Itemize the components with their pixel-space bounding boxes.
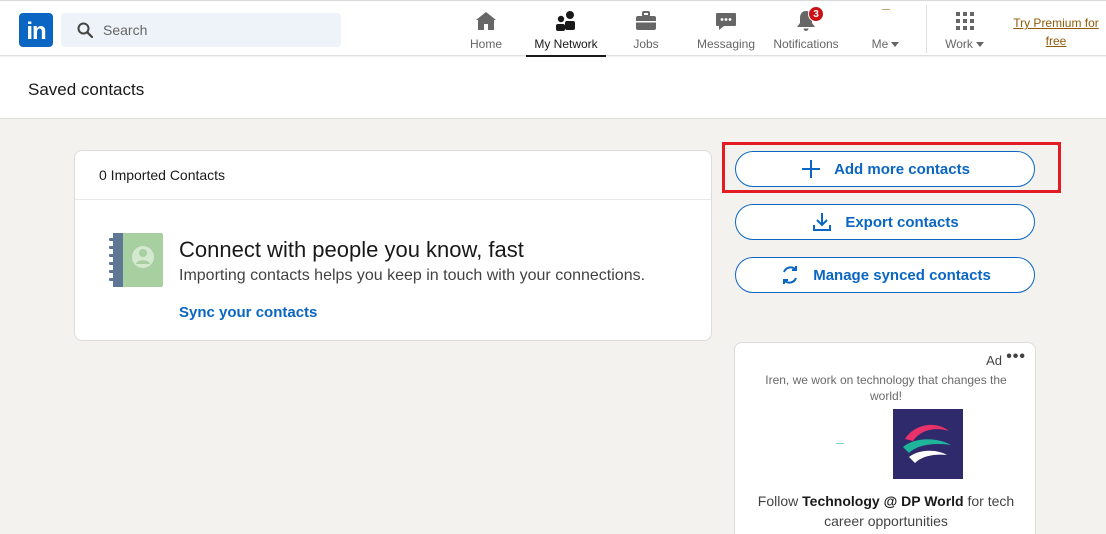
ad-follow-text[interactable]: Follow Technology @ DP World for tech ca… xyxy=(745,491,1027,531)
imported-contacts-count: 0 Imported Contacts xyxy=(75,151,711,200)
sync-contacts-link[interactable]: Sync your contacts xyxy=(179,304,317,321)
nav-home-label: Home xyxy=(469,37,502,51)
notification-count-badge: 3 xyxy=(808,6,824,22)
card-headline: Connect with people you know, fast xyxy=(179,237,524,262)
caret-down-icon xyxy=(975,42,984,47)
nav-me[interactable]: Me xyxy=(866,9,906,57)
nav-work[interactable]: Work xyxy=(941,9,989,57)
ad-card: Ad ••• Iren, we work on technology that … xyxy=(734,342,1036,534)
premium-line-2: free xyxy=(1045,34,1067,48)
nav-notifications[interactable]: 3 Notifications xyxy=(770,6,842,57)
ad-company-name: Technology @ DP World xyxy=(802,493,964,509)
ad-decoration xyxy=(836,443,844,444)
nav-my-network[interactable]: My Network xyxy=(526,9,606,57)
card-subtext: Importing contacts helps you keep in tou… xyxy=(179,267,646,284)
company-logo[interactable] xyxy=(893,409,963,479)
sync-icon xyxy=(783,266,798,284)
linkedin-logo[interactable]: in xyxy=(19,13,53,47)
chat-icon xyxy=(714,9,738,33)
nav-my-network-label: My Network xyxy=(534,37,598,51)
manage-synced-contacts-button[interactable]: Manage synced contacts xyxy=(735,257,1035,293)
nav-messaging[interactable]: Messaging xyxy=(694,9,758,57)
try-premium-link[interactable]: Try Premium for free xyxy=(1006,14,1106,50)
briefcase-icon xyxy=(634,9,658,33)
people-icon xyxy=(554,9,578,33)
nav-messaging-label: Messaging xyxy=(696,37,756,51)
imported-contacts-card: 0 Imported Contacts Connect with people … xyxy=(74,150,712,341)
search-input[interactable]: Search xyxy=(61,13,341,47)
add-more-contacts-button[interactable]: Add more contacts xyxy=(735,151,1035,187)
nav-divider xyxy=(926,5,927,53)
nav-work-label: Work xyxy=(945,37,973,51)
nav-me-label: Me xyxy=(871,37,889,51)
nav-notifications-label: Notifications xyxy=(773,37,839,51)
search-icon xyxy=(77,22,93,38)
search-placeholder: Search xyxy=(103,22,148,38)
nav-jobs[interactable]: Jobs xyxy=(628,9,664,57)
nav-home[interactable]: Home xyxy=(463,9,509,57)
page-header: Saved contacts xyxy=(0,57,1106,119)
download-icon xyxy=(813,213,832,231)
caret-down-icon xyxy=(891,42,900,47)
more-options-icon[interactable]: ••• xyxy=(1006,348,1026,366)
page-title: Saved contacts xyxy=(28,80,145,99)
avatar-icon xyxy=(874,9,898,33)
plus-icon xyxy=(802,160,821,178)
manage-synced-contacts-label: Manage synced contacts xyxy=(813,266,991,284)
ad-message: Iren, we work on technology that changes… xyxy=(765,373,1007,403)
address-book-icon xyxy=(109,233,163,287)
grid-icon xyxy=(953,9,977,33)
ad-label: Ad xyxy=(986,353,1002,368)
top-navigation-bar: in Search Home My Network Jobs Messaging xyxy=(0,0,1106,57)
bell-icon: 3 xyxy=(794,6,824,33)
add-more-contacts-label: Add more contacts xyxy=(834,160,970,178)
export-contacts-label: Export contacts xyxy=(845,213,959,231)
premium-line-1: Try Premium for xyxy=(1013,16,1099,30)
export-contacts-button[interactable]: Export contacts xyxy=(735,204,1035,240)
nav-jobs-label: Jobs xyxy=(633,37,659,51)
home-icon xyxy=(474,9,498,33)
